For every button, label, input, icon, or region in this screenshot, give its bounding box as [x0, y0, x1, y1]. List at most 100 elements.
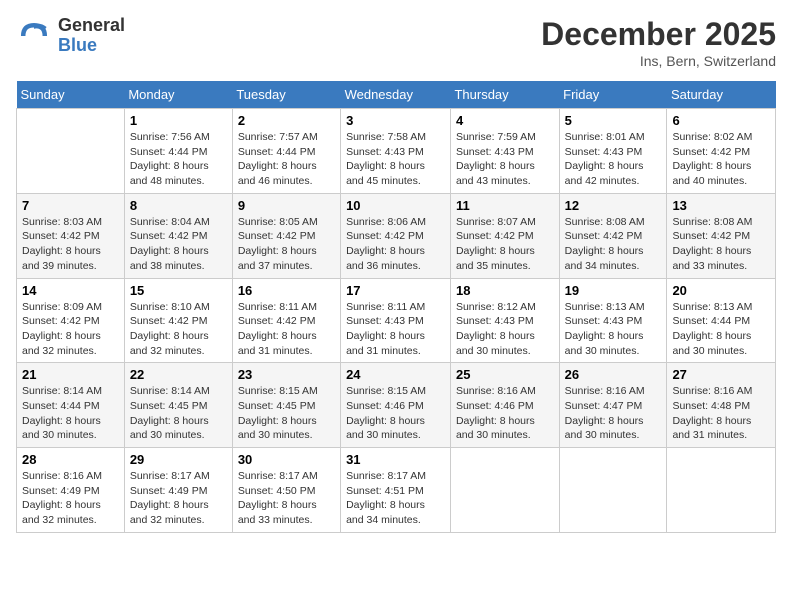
calendar-cell: 25 Sunrise: 8:16 AM Sunset: 4:46 PM Dayl…	[450, 363, 559, 448]
page-subtitle: Ins, Bern, Switzerland	[541, 53, 776, 69]
calendar-cell: 16 Sunrise: 8:11 AM Sunset: 4:42 PM Dayl…	[232, 278, 340, 363]
calendar-cell	[667, 448, 776, 533]
cell-info: Sunrise: 7:57 AM Sunset: 4:44 PM Dayligh…	[238, 130, 335, 189]
calendar-cell: 12 Sunrise: 8:08 AM Sunset: 4:42 PM Dayl…	[559, 193, 667, 278]
logo: General Blue	[16, 16, 125, 56]
cell-info: Sunrise: 8:06 AM Sunset: 4:42 PM Dayligh…	[346, 215, 445, 274]
calendar-cell	[17, 109, 125, 194]
cell-info: Sunrise: 8:01 AM Sunset: 4:43 PM Dayligh…	[565, 130, 662, 189]
calendar-cell: 23 Sunrise: 8:15 AM Sunset: 4:45 PM Dayl…	[232, 363, 340, 448]
weekday-header: Friday	[559, 81, 667, 109]
day-number: 4	[456, 113, 554, 128]
cell-info: Sunrise: 8:17 AM Sunset: 4:50 PM Dayligh…	[238, 469, 335, 528]
day-number: 18	[456, 283, 554, 298]
page-header: General Blue December 2025 Ins, Bern, Sw…	[16, 16, 776, 69]
calendar-cell: 24 Sunrise: 8:15 AM Sunset: 4:46 PM Dayl…	[341, 363, 451, 448]
calendar-cell: 17 Sunrise: 8:11 AM Sunset: 4:43 PM Dayl…	[341, 278, 451, 363]
calendar-cell: 1 Sunrise: 7:56 AM Sunset: 4:44 PM Dayli…	[124, 109, 232, 194]
cell-info: Sunrise: 8:05 AM Sunset: 4:42 PM Dayligh…	[238, 215, 335, 274]
calendar-cell: 22 Sunrise: 8:14 AM Sunset: 4:45 PM Dayl…	[124, 363, 232, 448]
calendar-cell: 30 Sunrise: 8:17 AM Sunset: 4:50 PM Dayl…	[232, 448, 340, 533]
day-number: 9	[238, 198, 335, 213]
calendar-cell: 15 Sunrise: 8:10 AM Sunset: 4:42 PM Dayl…	[124, 278, 232, 363]
day-number: 24	[346, 367, 445, 382]
calendar-cell	[559, 448, 667, 533]
calendar-cell: 28 Sunrise: 8:16 AM Sunset: 4:49 PM Dayl…	[17, 448, 125, 533]
day-number: 16	[238, 283, 335, 298]
day-number: 15	[130, 283, 227, 298]
calendar-week-row: 7 Sunrise: 8:03 AM Sunset: 4:42 PM Dayli…	[17, 193, 776, 278]
logo-text: General Blue	[58, 16, 125, 56]
cell-info: Sunrise: 8:17 AM Sunset: 4:51 PM Dayligh…	[346, 469, 445, 528]
calendar-week-row: 21 Sunrise: 8:14 AM Sunset: 4:44 PM Dayl…	[17, 363, 776, 448]
logo-line1: General	[58, 16, 125, 36]
weekday-header-row: SundayMondayTuesdayWednesdayThursdayFrid…	[17, 81, 776, 109]
calendar-cell: 10 Sunrise: 8:06 AM Sunset: 4:42 PM Dayl…	[341, 193, 451, 278]
logo-line2: Blue	[58, 36, 125, 56]
cell-info: Sunrise: 8:15 AM Sunset: 4:46 PM Dayligh…	[346, 384, 445, 443]
cell-info: Sunrise: 8:11 AM Sunset: 4:42 PM Dayligh…	[238, 300, 335, 359]
day-number: 5	[565, 113, 662, 128]
calendar-week-row: 1 Sunrise: 7:56 AM Sunset: 4:44 PM Dayli…	[17, 109, 776, 194]
day-number: 25	[456, 367, 554, 382]
day-number: 23	[238, 367, 335, 382]
weekday-header: Saturday	[667, 81, 776, 109]
day-number: 28	[22, 452, 119, 467]
day-number: 20	[672, 283, 770, 298]
cell-info: Sunrise: 8:08 AM Sunset: 4:42 PM Dayligh…	[565, 215, 662, 274]
cell-info: Sunrise: 8:16 AM Sunset: 4:48 PM Dayligh…	[672, 384, 770, 443]
cell-info: Sunrise: 8:07 AM Sunset: 4:42 PM Dayligh…	[456, 215, 554, 274]
cell-info: Sunrise: 8:09 AM Sunset: 4:42 PM Dayligh…	[22, 300, 119, 359]
calendar-cell: 26 Sunrise: 8:16 AM Sunset: 4:47 PM Dayl…	[559, 363, 667, 448]
day-number: 2	[238, 113, 335, 128]
calendar-cell: 20 Sunrise: 8:13 AM Sunset: 4:44 PM Dayl…	[667, 278, 776, 363]
weekday-header: Tuesday	[232, 81, 340, 109]
calendar-week-row: 14 Sunrise: 8:09 AM Sunset: 4:42 PM Dayl…	[17, 278, 776, 363]
day-number: 21	[22, 367, 119, 382]
calendar-cell: 6 Sunrise: 8:02 AM Sunset: 4:42 PM Dayli…	[667, 109, 776, 194]
calendar-cell: 19 Sunrise: 8:13 AM Sunset: 4:43 PM Dayl…	[559, 278, 667, 363]
day-number: 8	[130, 198, 227, 213]
calendar-cell: 3 Sunrise: 7:58 AM Sunset: 4:43 PM Dayli…	[341, 109, 451, 194]
day-number: 6	[672, 113, 770, 128]
day-number: 1	[130, 113, 227, 128]
day-number: 12	[565, 198, 662, 213]
day-number: 11	[456, 198, 554, 213]
day-number: 27	[672, 367, 770, 382]
cell-info: Sunrise: 8:08 AM Sunset: 4:42 PM Dayligh…	[672, 215, 770, 274]
calendar-cell: 27 Sunrise: 8:16 AM Sunset: 4:48 PM Dayl…	[667, 363, 776, 448]
cell-info: Sunrise: 8:13 AM Sunset: 4:43 PM Dayligh…	[565, 300, 662, 359]
calendar-cell: 2 Sunrise: 7:57 AM Sunset: 4:44 PM Dayli…	[232, 109, 340, 194]
calendar-cell: 21 Sunrise: 8:14 AM Sunset: 4:44 PM Dayl…	[17, 363, 125, 448]
cell-info: Sunrise: 8:14 AM Sunset: 4:45 PM Dayligh…	[130, 384, 227, 443]
calendar-cell: 13 Sunrise: 8:08 AM Sunset: 4:42 PM Dayl…	[667, 193, 776, 278]
cell-info: Sunrise: 8:14 AM Sunset: 4:44 PM Dayligh…	[22, 384, 119, 443]
cell-info: Sunrise: 8:13 AM Sunset: 4:44 PM Dayligh…	[672, 300, 770, 359]
calendar-table: SundayMondayTuesdayWednesdayThursdayFrid…	[16, 81, 776, 533]
cell-info: Sunrise: 7:58 AM Sunset: 4:43 PM Dayligh…	[346, 130, 445, 189]
weekday-header: Thursday	[450, 81, 559, 109]
weekday-header: Wednesday	[341, 81, 451, 109]
calendar-cell: 18 Sunrise: 8:12 AM Sunset: 4:43 PM Dayl…	[450, 278, 559, 363]
day-number: 30	[238, 452, 335, 467]
weekday-header: Monday	[124, 81, 232, 109]
day-number: 29	[130, 452, 227, 467]
title-block: December 2025 Ins, Bern, Switzerland	[541, 16, 776, 69]
cell-info: Sunrise: 8:03 AM Sunset: 4:42 PM Dayligh…	[22, 215, 119, 274]
calendar-cell: 29 Sunrise: 8:17 AM Sunset: 4:49 PM Dayl…	[124, 448, 232, 533]
cell-info: Sunrise: 8:11 AM Sunset: 4:43 PM Dayligh…	[346, 300, 445, 359]
day-number: 26	[565, 367, 662, 382]
day-number: 13	[672, 198, 770, 213]
calendar-cell: 8 Sunrise: 8:04 AM Sunset: 4:42 PM Dayli…	[124, 193, 232, 278]
cell-info: Sunrise: 8:12 AM Sunset: 4:43 PM Dayligh…	[456, 300, 554, 359]
calendar-cell	[450, 448, 559, 533]
cell-info: Sunrise: 8:16 AM Sunset: 4:49 PM Dayligh…	[22, 469, 119, 528]
cell-info: Sunrise: 8:15 AM Sunset: 4:45 PM Dayligh…	[238, 384, 335, 443]
day-number: 14	[22, 283, 119, 298]
day-number: 10	[346, 198, 445, 213]
day-number: 7	[22, 198, 119, 213]
calendar-cell: 4 Sunrise: 7:59 AM Sunset: 4:43 PM Dayli…	[450, 109, 559, 194]
cell-info: Sunrise: 8:10 AM Sunset: 4:42 PM Dayligh…	[130, 300, 227, 359]
day-number: 19	[565, 283, 662, 298]
weekday-header: Sunday	[17, 81, 125, 109]
